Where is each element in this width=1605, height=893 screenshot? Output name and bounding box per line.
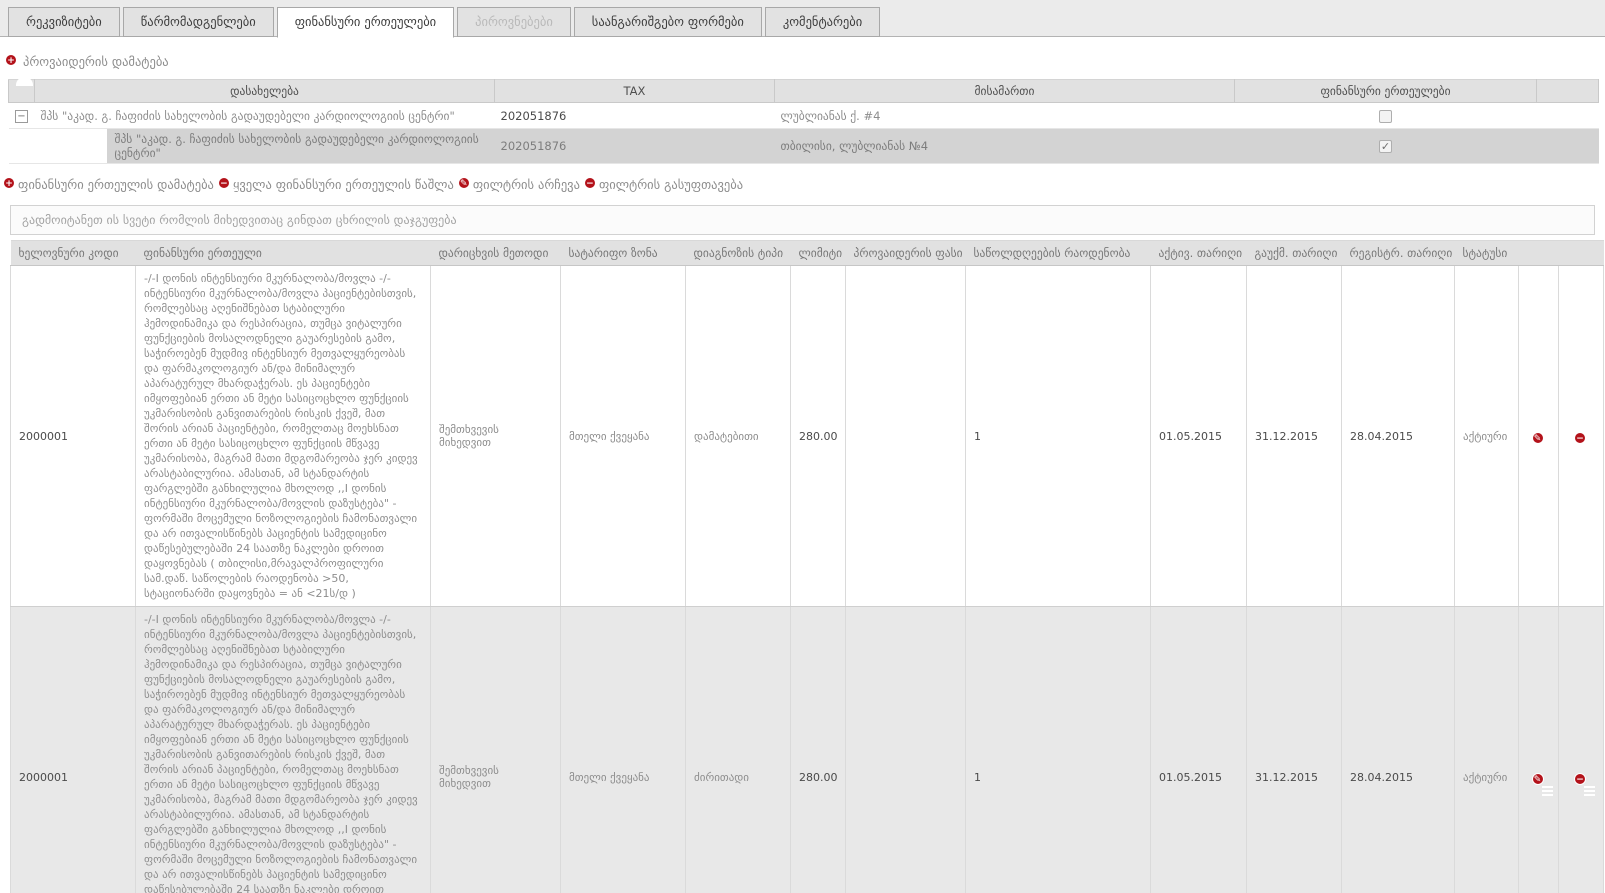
column-header-edit	[1519, 241, 1559, 266]
financial-units-checkbox[interactable]: ✓	[1379, 110, 1392, 123]
add-provider-button[interactable]: + პროვაიდერის დამატება	[12, 54, 1605, 69]
plus-badge-icon: +	[5, 54, 17, 66]
provider-address: ლუბლიანას ქ. #4	[775, 103, 1235, 129]
edit-badge-icon: ✎	[1532, 432, 1544, 444]
unit-description: -/-I დონის ინტენსიური მკურნალობა/მოვლა -…	[136, 607, 431, 893]
financial-unit-row: 2000001 -/-I დონის ინტენსიური მკურნალობა…	[11, 607, 1604, 893]
clear-filter-label: ფილტრის გასუფთავება	[599, 177, 743, 192]
units-header-row: ხელოვნური კოდი ფინანსური ერთეული დარიცხვ…	[11, 241, 1604, 266]
financial-unit-row: 2000001 -/-I დონის ინტენსიური მკურნალობა…	[11, 266, 1604, 607]
tab-representatives[interactable]: წარმომადგენლები	[123, 7, 274, 37]
row-spacer	[1537, 129, 1599, 164]
edit-badge-icon: ✎	[1532, 773, 1544, 785]
column-header-delete	[1559, 241, 1604, 266]
minus-badge-icon: −	[1574, 432, 1586, 444]
branch-name: შპს "აკად. გ. ჩაფიძის სახელობის გადაუდებ…	[35, 129, 495, 164]
unit-registration-date: 28.04.2015	[1342, 607, 1455, 893]
expander-cell: −	[9, 103, 35, 129]
unit-accrual-method: შემთხვევის მიხედვით	[431, 266, 561, 607]
tab-persons: პიროვნებები	[457, 7, 571, 37]
financial-units-page: რეკვიზიტები წარმომადგენლები ფინანსური ერ…	[0, 0, 1605, 893]
fin-units-cell: ✓	[1235, 103, 1537, 129]
branch-tax: 202051876	[495, 129, 775, 164]
edit-cell: ✎	[1519, 266, 1559, 607]
unit-accrual-method: შემთხვევის მიხედვით	[431, 607, 561, 893]
unit-provider-price	[846, 607, 966, 893]
column-header-tax[interactable]: TAX	[495, 80, 775, 103]
expander-cell	[9, 129, 35, 164]
unit-description: -/-I დონის ინტენსიური მკურნალობა/მოვლა -…	[136, 266, 431, 607]
unit-limit: 280.00	[791, 607, 846, 893]
tab-strip: რეკვიზიტები წარმომადგენლები ფინანსური ერ…	[0, 0, 1605, 37]
tab-requisites[interactable]: რეკვიზიტები	[8, 7, 120, 37]
provider-branch-row[interactable]: შპს "აკად. გ. ჩაფიძის სახელობის გადაუდებ…	[9, 129, 1599, 164]
financial-units-toolbar: + ფინანსური ერთეულის დამატება − ყველა ფი…	[10, 177, 1605, 192]
column-header-diagnosis-type[interactable]: დიაგნოზის ტიპი	[686, 241, 791, 266]
tab-report-forms[interactable]: საანგარიშგებო ფორმები	[574, 7, 762, 37]
add-provider-label: პროვაიდერის დამატება	[23, 54, 169, 69]
unit-activation-date: 01.05.2015	[1151, 607, 1247, 893]
financial-units-checkbox-checked[interactable]: ✓	[1379, 140, 1392, 153]
column-header-address[interactable]: მისამართი	[775, 80, 1235, 103]
edit-badge-icon: ✎	[458, 177, 470, 189]
unit-activation-date: 01.05.2015	[1151, 266, 1247, 607]
row-spacer	[1537, 103, 1599, 129]
unit-bed-days: 1	[966, 607, 1151, 893]
unit-code: 2000001	[11, 607, 136, 893]
group-by-drop-zone[interactable]: გადმოიტანეთ ის სვეტი რომლის მიხედვითაც გ…	[10, 205, 1595, 235]
providers-header-row: დასახელება TAX მისამართი ფინანსური ერთეუ…	[9, 80, 1599, 103]
provider-tax: 202051876	[495, 103, 775, 129]
unit-status: აქტიური	[1455, 607, 1519, 893]
provider-name: შპს "აკად. გ. ჩაფიძის სახელობის გადაუდებ…	[35, 103, 495, 129]
column-header-fin-units[interactable]: ფინანსური ერთეულები	[1235, 80, 1537, 103]
column-header-code[interactable]: ხელოვნური კოდი	[11, 241, 136, 266]
financial-units-table: ხელოვნური კოდი ფინანსური ერთეული დარიცხვ…	[10, 240, 1604, 893]
provider-row[interactable]: − შპს "აკად. გ. ჩაფიძის სახელობის გადაუდ…	[9, 103, 1599, 129]
delete-cell: −	[1559, 266, 1604, 607]
unit-limit: 280.00	[791, 266, 846, 607]
column-header-provider-price[interactable]: პროვაიდერის ფასი	[846, 241, 966, 266]
minus-badge-icon: −	[218, 177, 230, 189]
unit-bed-days: 1	[966, 266, 1151, 607]
minus-badge-icon: −	[1574, 773, 1586, 785]
column-header-bed-days[interactable]: საწოლდღეების რაოდენობა	[966, 241, 1151, 266]
column-header-limit[interactable]: ლიმიტი	[791, 241, 846, 266]
delete-cell: −	[1559, 607, 1604, 893]
unit-code: 2000001	[11, 266, 136, 607]
unit-cancel-date: 31.12.2015	[1247, 266, 1342, 607]
add-financial-unit-label: ფინანსური ერთეულის დამატება	[18, 177, 214, 192]
clear-filter-button[interactable]: − ფილტრის გასუფთავება	[591, 177, 743, 192]
unit-diagnosis-type: დამატებითი	[686, 266, 791, 607]
column-header-financial-unit[interactable]: ფინანსური ერთეული	[136, 241, 431, 266]
delete-all-financial-units-button[interactable]: − ყველა ფინანსური ერთეულის წაშლა	[225, 177, 454, 192]
providers-table: დასახელება TAX მისამართი ფინანსური ერთეუ…	[8, 79, 1599, 164]
minus-badge-icon: −	[584, 177, 596, 189]
column-header-accrual-method[interactable]: დარიცხვის მეთოდი	[431, 241, 561, 266]
collapse-icon[interactable]: −	[15, 110, 28, 123]
column-header-registration-date[interactable]: რეგისტრ. თარიღი	[1342, 241, 1455, 266]
select-filter-label: ფილტრის არჩევა	[473, 177, 580, 192]
tab-financial-units[interactable]: ფინანსური ერთეულები	[277, 7, 454, 38]
plus-badge-icon: +	[3, 177, 15, 189]
add-financial-unit-button[interactable]: + ფინანსური ერთეულის დამატება	[10, 177, 214, 192]
column-header-name[interactable]: დასახელება	[35, 80, 495, 103]
unit-registration-date: 28.04.2015	[1342, 266, 1455, 607]
fin-units-cell: ✓	[1235, 129, 1537, 164]
tab-comments[interactable]: კომენტარები	[765, 7, 880, 37]
column-header-spacer	[1537, 80, 1599, 103]
column-header-tariff-zone[interactable]: სატარიფო ზონა	[561, 241, 686, 266]
unit-provider-price	[846, 266, 966, 607]
delete-all-financial-units-label: ყველა ფინანსური ერთეულის წაშლა	[233, 177, 454, 192]
select-filter-button[interactable]: ✎ ფილტრის არჩევა	[465, 177, 580, 192]
column-header-status[interactable]: სტატუსი	[1455, 241, 1519, 266]
unit-diagnosis-type: ძირითადი	[686, 607, 791, 893]
column-header-activation-date[interactable]: აქტივ. თარიღი	[1151, 241, 1247, 266]
branch-address: თბილისი, ლუბლიანას №4	[775, 129, 1235, 164]
edit-cell: ✎	[1519, 607, 1559, 893]
unit-tariff-zone: მთელი ქვეყანა	[561, 607, 686, 893]
unit-tariff-zone: მთელი ქვეყანა	[561, 266, 686, 607]
unit-status: აქტიური	[1455, 266, 1519, 607]
column-header-cancel-date[interactable]: გაუქმ. თარიღი	[1247, 241, 1342, 266]
unit-cancel-date: 31.12.2015	[1247, 607, 1342, 893]
